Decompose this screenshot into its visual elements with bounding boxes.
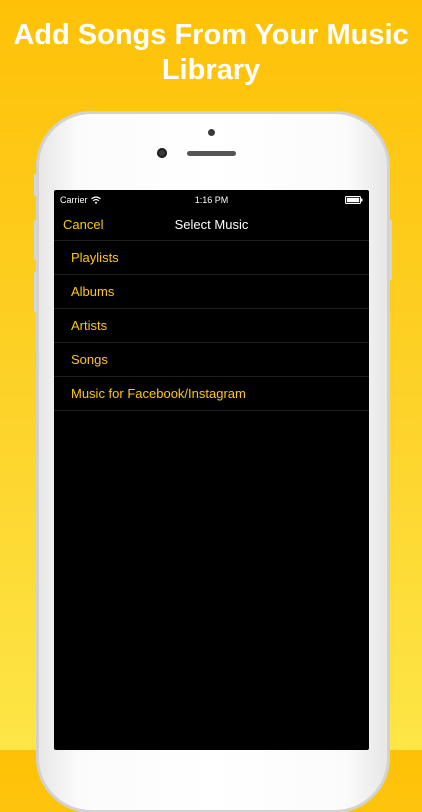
volume-down-button bbox=[34, 272, 37, 312]
navigation-bar: Cancel Select Music bbox=[54, 210, 369, 241]
promo-title: Add Songs From Your Music Library bbox=[0, 18, 422, 88]
phone-screen: Carrier 1:16 PM Cancel Select Music Play… bbox=[54, 190, 369, 750]
nav-title: Select Music bbox=[174, 217, 249, 232]
status-time: 1:16 PM bbox=[194, 195, 229, 205]
promo-title-line1: Add Songs From Your Music bbox=[13, 19, 409, 51]
battery-icon bbox=[345, 196, 363, 204]
earpiece-speaker bbox=[187, 151, 236, 156]
volume-up-button bbox=[34, 220, 37, 260]
list-item-songs[interactable]: Songs bbox=[54, 343, 369, 377]
power-button bbox=[389, 220, 392, 280]
mute-switch bbox=[34, 174, 37, 196]
status-bar: Carrier 1:16 PM bbox=[54, 190, 369, 210]
promo-title-line2: Library bbox=[161, 54, 261, 86]
music-source-list: Playlists Albums Artists Songs Music for… bbox=[54, 241, 369, 411]
list-item-artists[interactable]: Artists bbox=[54, 309, 369, 343]
list-item-playlists[interactable]: Playlists bbox=[54, 241, 369, 275]
list-item-music-for-facebook-instagram[interactable]: Music for Facebook/Instagram bbox=[54, 377, 369, 411]
proximity-sensor bbox=[208, 129, 215, 136]
front-camera bbox=[157, 148, 167, 158]
list-item-albums[interactable]: Albums bbox=[54, 275, 369, 309]
